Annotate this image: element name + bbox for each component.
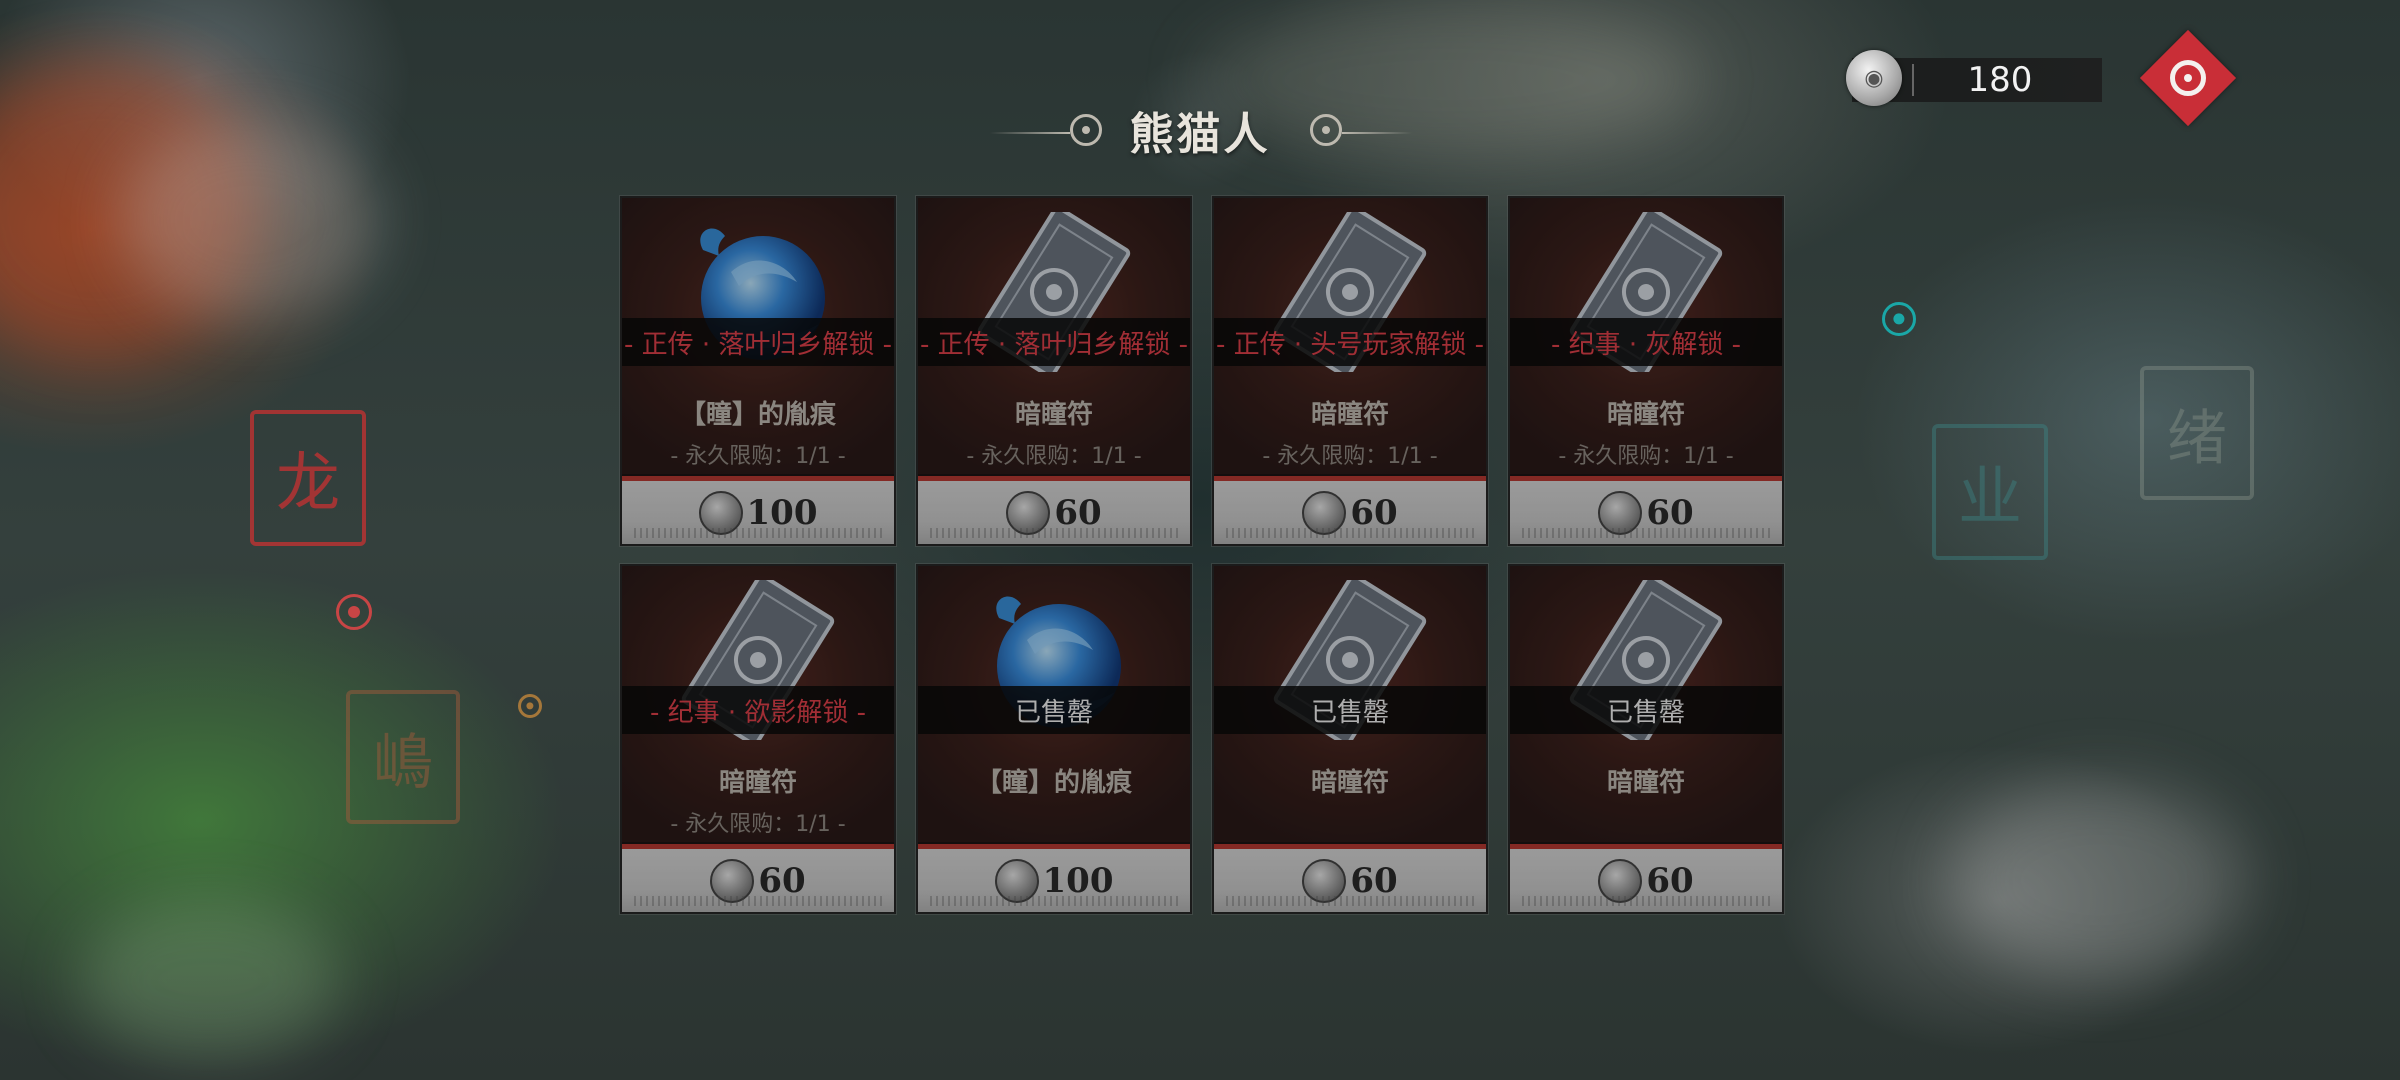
- shop-item-card[interactable]: 已售罄 【瞳】的胤痕 100: [916, 564, 1192, 914]
- orange-map-marker-icon: [518, 694, 542, 718]
- price-bar: 60: [1214, 844, 1486, 912]
- price-bar: 100: [918, 844, 1190, 912]
- silver-coin-icon: [698, 490, 743, 535]
- purchase-limit: - 永久限购：1/1 -: [1558, 444, 1734, 469]
- item-name: 暗瞳符: [718, 768, 797, 798]
- title-bar: 熊猫人: [980, 90, 1420, 170]
- silver-coin-icon: [710, 858, 755, 903]
- price-bar: 60: [1214, 476, 1486, 544]
- silver-coin-icon: [1598, 490, 1643, 535]
- item-art: - 正传 · 落叶归乡解锁 - 暗瞳符 - 永久限购：1/1 -: [918, 198, 1190, 474]
- unlock-condition-banner: - 纪事 · 欲影解锁 -: [622, 686, 894, 734]
- purchase-limit: - 永久限购：1/1 -: [670, 812, 846, 837]
- unlock-condition-banner: - 正传 · 落叶归乡解锁 -: [622, 318, 894, 366]
- silver-coin-icon: [1302, 858, 1347, 903]
- item-name: 暗瞳符: [1014, 400, 1093, 430]
- shop-item-card[interactable]: - 正传 · 落叶归乡解锁 - 暗瞳符 - 永久限购：1/1 - 60: [916, 196, 1192, 546]
- teal-map-marker-icon: [1882, 302, 1916, 336]
- shop-item-card[interactable]: - 纪事 · 灰解锁 - 暗瞳符 - 永久限购：1/1 - 60: [1508, 196, 1784, 546]
- currency-amount: 180: [1967, 60, 2033, 100]
- item-price: 60: [1054, 492, 1102, 533]
- item-price: 60: [1350, 492, 1398, 533]
- item-art: 已售罄 暗瞳符: [1510, 566, 1782, 842]
- shop-item-card[interactable]: - 正传 · 落叶归乡解锁 - 【瞳】的胤痕 - 永久限购：1/1 - 100: [620, 196, 896, 546]
- purchase-limit: - 永久限购：1/1 -: [966, 444, 1142, 469]
- item-name: 【瞳】的胤痕: [679, 400, 836, 430]
- unlock-condition-banner: - 正传 · 落叶归乡解锁 -: [918, 318, 1190, 366]
- item-price: 100: [746, 492, 818, 533]
- currency-display: ◉ 180: [1846, 50, 2102, 106]
- shop-item-card[interactable]: - 正传 · 头号玩家解锁 - 暗瞳符 - 永久限购：1/1 - 60: [1212, 196, 1488, 546]
- purchase-limit: - 永久限购：1/1 -: [1262, 444, 1438, 469]
- red-seal-stamp-icon: 龙: [250, 410, 366, 546]
- silver-coin-icon: [1598, 858, 1643, 903]
- item-art: - 正传 · 落叶归乡解锁 - 【瞳】的胤痕 - 永久限购：1/1 -: [622, 198, 894, 474]
- price-bar: 60: [1510, 844, 1782, 912]
- unlock-condition-banner: - 正传 · 头号玩家解锁 -: [1214, 318, 1486, 366]
- item-price: 60: [1646, 492, 1694, 533]
- item-art: - 纪事 · 欲影解锁 - 暗瞳符 - 永久限购：1/1 -: [622, 566, 894, 842]
- purchase-limit: - 永久限购：1/1 -: [670, 444, 846, 469]
- item-art: 已售罄 暗瞳符: [1214, 566, 1486, 842]
- sold-out-banner: 已售罄: [1214, 686, 1486, 734]
- silver-coin-icon: [994, 858, 1039, 903]
- orange-seal-stamp-icon: 嶋: [346, 690, 460, 824]
- silver-coin-icon: [1006, 490, 1051, 535]
- shop-item-card[interactable]: 已售罄 暗瞳符 60: [1508, 564, 1784, 914]
- shop-item-card[interactable]: - 纪事 · 欲影解锁 - 暗瞳符 - 永久限购：1/1 - 60: [620, 564, 896, 914]
- unlock-condition-banner: - 纪事 · 灰解锁 -: [1510, 318, 1782, 366]
- teal-seal-stamp-icon: 业: [1932, 424, 2048, 560]
- price-bar: 60: [622, 844, 894, 912]
- title-line-right: [1342, 132, 1412, 134]
- sold-out-banner: 已售罄: [1510, 686, 1782, 734]
- item-art: - 正传 · 头号玩家解锁 - 暗瞳符 - 永久限购：1/1 -: [1214, 198, 1486, 474]
- item-name: 【瞳】的胤痕: [975, 768, 1132, 798]
- red-map-marker-icon: [336, 594, 372, 630]
- item-art: - 纪事 · 灰解锁 - 暗瞳符 - 永久限购：1/1 -: [1510, 198, 1782, 474]
- item-name: 暗瞳符: [1606, 768, 1685, 798]
- item-price: 100: [1042, 860, 1114, 901]
- price-bar: 100: [622, 476, 894, 544]
- price-bar: 60: [918, 476, 1190, 544]
- item-art: 已售罄 【瞳】的胤痕: [918, 566, 1190, 842]
- item-price: 60: [758, 860, 806, 901]
- sold-out-banner: 已售罄: [918, 686, 1190, 734]
- silver-coin-icon: [1302, 490, 1347, 535]
- grey-seal-stamp-icon: 绪: [2140, 366, 2254, 500]
- item-name: 暗瞳符: [1310, 768, 1389, 798]
- menu-button[interactable]: [2139, 29, 2237, 127]
- price-bar: 60: [1510, 476, 1782, 544]
- silver-coin-icon: ◉: [1846, 50, 1902, 106]
- item-price: 60: [1350, 860, 1398, 901]
- shop-grid: - 正传 · 落叶归乡解锁 - 【瞳】的胤痕 - 永久限购：1/1 - 100 …: [620, 196, 1784, 916]
- item-name: 暗瞳符: [1606, 400, 1685, 430]
- item-name: 暗瞳符: [1310, 400, 1389, 430]
- title-ornament-right-icon: [1310, 114, 1342, 146]
- eye-icon: [2170, 60, 2206, 96]
- page-title: 熊猫人: [1129, 109, 1271, 160]
- shop-item-card[interactable]: 已售罄 暗瞳符 60: [1212, 564, 1488, 914]
- item-price: 60: [1646, 860, 1694, 901]
